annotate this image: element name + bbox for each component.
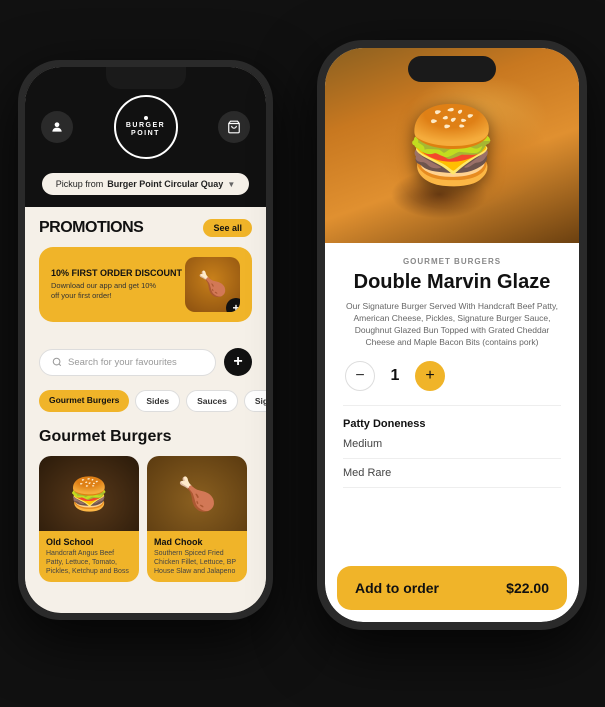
logo-line1: BURGER	[126, 122, 165, 130]
burger-card-mad-chook[interactable]: 🍗 Mad Chook Southern Spiced Fried Chicke…	[147, 456, 247, 582]
burger-name-old-school: Old School	[46, 537, 132, 547]
add-to-order-price: $22.00	[506, 580, 549, 596]
search-plus-button[interactable]: +	[224, 348, 252, 376]
promo-heading: 10% FIRST ORDER DISCOUNT	[51, 268, 182, 278]
cat-label-0: Gourmet Burgers	[49, 395, 119, 405]
pickup-label: Pickup from	[56, 179, 104, 189]
product-category: GOURMET BURGERS	[343, 257, 561, 266]
logo-dot	[144, 116, 148, 120]
burger-img-mad-chook: 🍗	[147, 456, 247, 531]
option-med-rare[interactable]: Med Rare	[343, 467, 561, 488]
promotions-section: PROMOTIONS See all 10% FIRST ORDER DISCO…	[25, 207, 266, 340]
search-bar[interactable]: Search for your favourites	[39, 349, 216, 376]
cart-icon-button[interactable]	[218, 111, 250, 143]
see-all-button[interactable]: See all	[203, 219, 252, 237]
burger-name-mad-chook: Mad Chook	[154, 537, 240, 547]
left-screen: BURGER POINT Pickup from Burger Point Ci…	[25, 67, 266, 613]
promo-text: 10% FIRST ORDER DISCOUNT Download our ap…	[51, 268, 182, 301]
category-sides[interactable]: Sides	[135, 390, 180, 412]
categories-section: Gourmet Burgers Sides Sauces Signature	[25, 384, 266, 418]
category-sauces[interactable]: Sauces	[186, 390, 238, 412]
search-placeholder: Search for your favourites	[68, 357, 177, 368]
cat-label-3: Signature	[255, 396, 266, 406]
burger-grid: 🍔 Old School Handcraft Angus Beef Patty,…	[39, 456, 252, 582]
user-icon-button[interactable]	[41, 111, 73, 143]
burger-hero-emoji: 🍔	[405, 102, 498, 190]
option-medium[interactable]: Medium	[343, 438, 561, 459]
pickup-location: Burger Point Circular Quay	[107, 179, 223, 189]
patty-doneness-label: Patty Doneness	[343, 418, 561, 430]
burger-img-old-school: 🍔	[39, 456, 139, 531]
product-content: GOURMET BURGERS Double Marvin Glaze Our …	[325, 243, 579, 566]
promo-description: Download our app and get 10% off your fi…	[51, 281, 161, 301]
logo: BURGER POINT	[114, 95, 178, 159]
category-signature[interactable]: Signature	[244, 390, 266, 412]
add-to-order-label: Add to order	[355, 580, 439, 596]
right-screen: 🍔 GOURMET BURGERS Double Marvin Glaze Ou…	[325, 48, 579, 622]
add-to-order-bar[interactable]: Add to order $22.00	[337, 566, 567, 610]
search-icon	[52, 357, 62, 367]
promo-image: 🍗 +	[185, 257, 240, 312]
section-title: Gourmet Burgers	[39, 428, 252, 446]
left-phone: BURGER POINT Pickup from Burger Point Ci…	[18, 60, 273, 620]
product-name: Double Marvin Glaze	[343, 271, 561, 293]
burger-img-old-school-bg: 🍔	[39, 456, 139, 531]
burgers-section: Gourmet Burgers 🍔 Old School Handcraft A…	[25, 418, 266, 588]
quantity-row: − 1 +	[343, 361, 561, 391]
dynamic-island	[408, 56, 496, 82]
logo-circle: BURGER POINT	[114, 95, 178, 159]
burger-info-old-school: Old School Handcraft Angus Beef Patty, L…	[39, 531, 139, 582]
logo-line2: POINT	[131, 130, 160, 138]
category-gourmet-burgers[interactable]: Gourmet Burgers	[39, 390, 129, 412]
pickup-arrow: ▼	[227, 180, 235, 189]
pickup-pill[interactable]: Pickup from Burger Point Circular Quay ▼	[42, 173, 249, 195]
promo-header: PROMOTIONS See all	[39, 219, 252, 237]
pickup-bar: Pickup from Burger Point Circular Quay ▼	[25, 173, 266, 207]
burger-card-old-school[interactable]: 🍔 Old School Handcraft Angus Beef Patty,…	[39, 456, 139, 582]
divider-1	[343, 405, 561, 406]
promo-plus-icon: +	[226, 298, 240, 312]
cat-label-2: Sauces	[197, 396, 227, 406]
search-section: Search for your favourites +	[25, 340, 266, 384]
quantity-plus-button[interactable]: +	[415, 361, 445, 391]
product-description: Our Signature Burger Served With Handcra…	[343, 301, 561, 349]
burger-desc-mad-chook: Southern Spiced Fried Chicken Fillet, Le…	[154, 549, 240, 576]
burger-info-mad-chook: Mad Chook Southern Spiced Fried Chicken …	[147, 531, 247, 582]
promo-card[interactable]: 10% FIRST ORDER DISCOUNT Download our ap…	[39, 247, 252, 322]
promo-title: PROMOTIONS	[39, 219, 143, 237]
cat-label-1: Sides	[146, 396, 169, 406]
burger-img-mad-chook-bg: 🍗	[147, 456, 247, 531]
quantity-value: 1	[387, 367, 403, 385]
quantity-minus-button[interactable]: −	[345, 361, 375, 391]
right-phone: 🍔 GOURMET BURGERS Double Marvin Glaze Ou…	[317, 40, 587, 630]
burger-desc-old-school: Handcraft Angus Beef Patty, Lettuce, Tom…	[46, 549, 132, 576]
notch	[106, 67, 186, 89]
